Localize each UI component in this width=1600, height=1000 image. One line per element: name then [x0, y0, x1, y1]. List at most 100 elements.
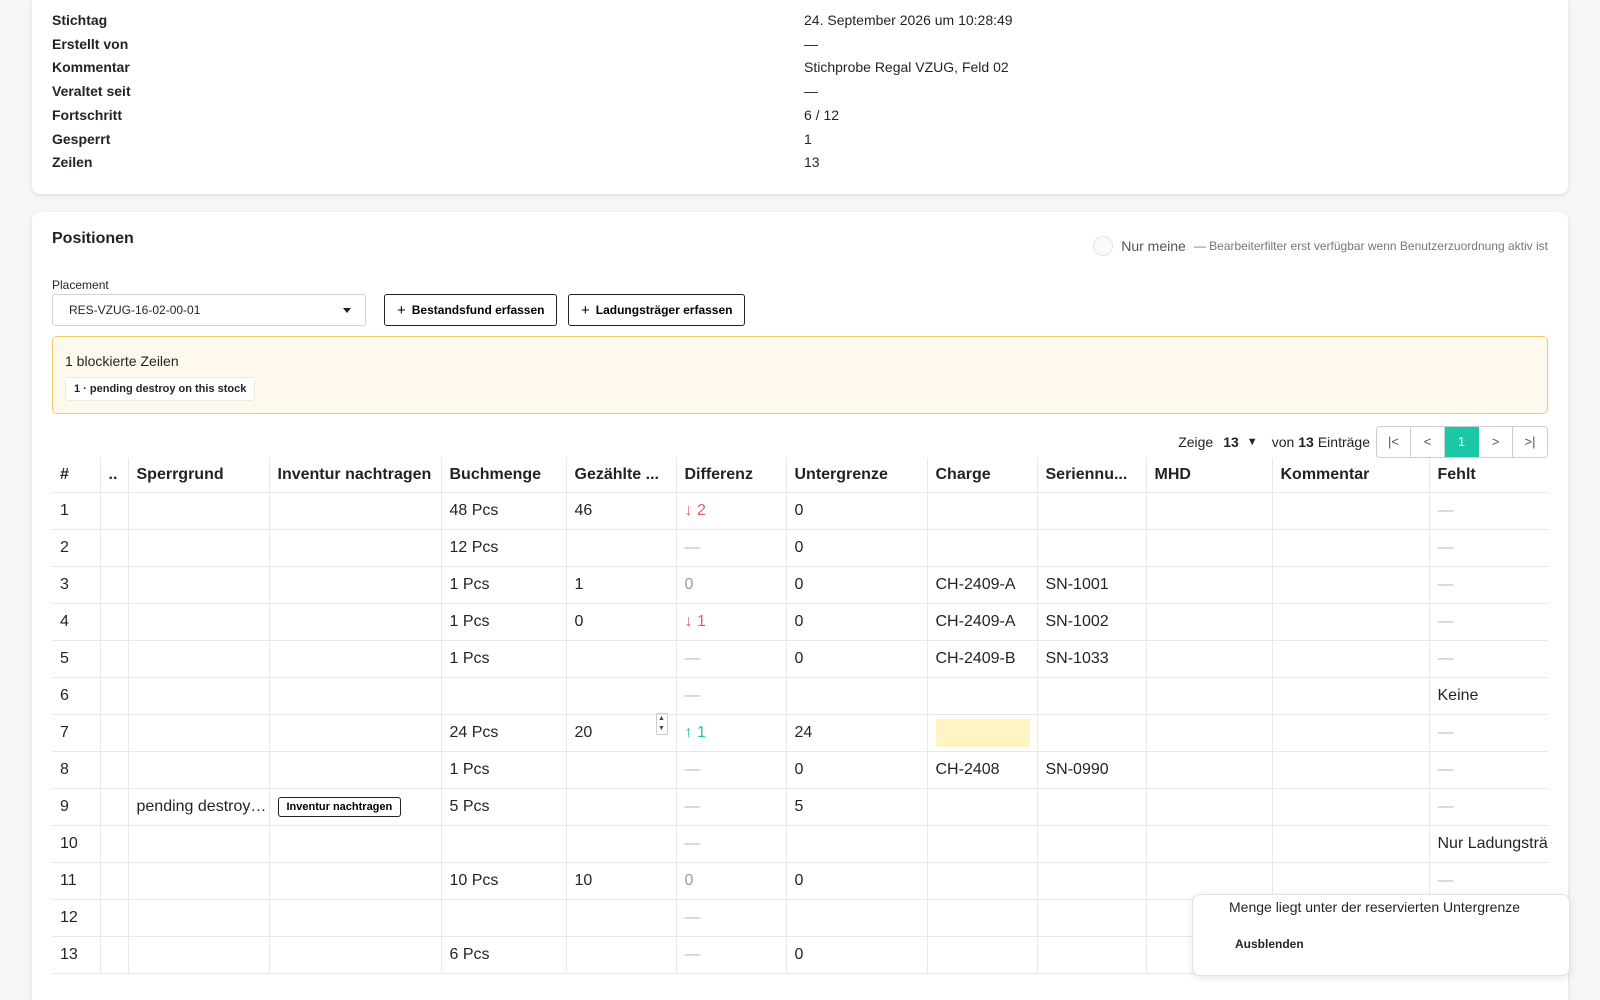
- seriennummer-cell: [1037, 713, 1147, 751]
- col-more-header[interactable]: ..: [100, 458, 129, 492]
- seriennummer-cell: [1037, 861, 1147, 899]
- row-number-cell: 10: [52, 824, 101, 862]
- mhd-cell: [1146, 676, 1273, 714]
- col-seriennummer-header[interactable]: Seriennu...: [1037, 458, 1147, 492]
- first-page-button[interactable]: |<: [1377, 427, 1411, 457]
- spinner-arrows-icon[interactable]: ▲ ▼: [655, 712, 668, 735]
- mhd-cell: [1146, 787, 1273, 825]
- prev-page-button[interactable]: <: [1411, 427, 1445, 457]
- ladungstraeger-erfassen-button[interactable]: + Ladungsträger erfassen: [568, 294, 746, 326]
- meta-label: Veraltet seit: [52, 83, 131, 100]
- page-1-button[interactable]: 1: [1445, 427, 1479, 457]
- differenz-cell: 0: [676, 861, 787, 899]
- col-number-header[interactable]: #: [52, 458, 101, 492]
- table-row[interactable]: 1 48 Pcs 46 ↓ 2 0 —: [52, 491, 1548, 529]
- differenz-cell: —: [676, 898, 787, 936]
- gezaehlte-cell: [566, 935, 677, 974]
- bestandsfund-erfassen-button[interactable]: + Bestandsfund erfassen: [384, 294, 558, 326]
- sperrgrund-cell: [128, 639, 270, 677]
- inventur-cell: [269, 565, 442, 603]
- mhd-cell: [1146, 713, 1273, 751]
- untergrenze-cell: 0: [786, 639, 928, 677]
- fehlt-cell: —: [1429, 787, 1548, 825]
- mhd-cell: [1146, 528, 1273, 566]
- next-page-button[interactable]: >: [1479, 427, 1513, 457]
- gezaehlte-cell: 46: [566, 491, 677, 529]
- page-buttons: |< < 1 > >|: [1376, 426, 1548, 458]
- row-more-cell: [100, 639, 129, 677]
- col-untergrenze-header[interactable]: Untergrenze: [786, 458, 928, 492]
- ausblenden-button[interactable]: Ausblenden: [1235, 937, 1304, 951]
- col-charge-header[interactable]: Charge: [927, 458, 1038, 492]
- table-row[interactable]: 81 Pcs —0 CH-2408 SN-0990—: [52, 750, 1548, 788]
- buchmenge-cell: 1 Pcs: [441, 639, 567, 677]
- buchmenge-cell: 12 Pcs: [441, 528, 567, 566]
- buchmenge-cell: 6 Pcs: [441, 935, 567, 974]
- table-row[interactable]: 9 pending destroy on this stock Inventur n…: [52, 787, 1548, 825]
- col-kommentar-header[interactable]: Kommentar: [1272, 458, 1430, 492]
- kommentar-cell: [1272, 787, 1430, 825]
- charge-cell: [927, 935, 1038, 974]
- mhd-cell: [1146, 824, 1273, 862]
- row-more-cell: [100, 528, 129, 566]
- meta-value: 1: [804, 130, 812, 147]
- kommentar-cell: [1272, 713, 1430, 751]
- seriennummer-cell: SN-0990: [1037, 750, 1147, 788]
- table-row[interactable]: 51 Pcs —0 CH-2409-B SN-1033—: [52, 639, 1548, 677]
- differenz-cell: —: [676, 639, 787, 677]
- buchmenge-cell: 5 Pcs: [441, 787, 567, 825]
- placement-select[interactable]: RES-VZUG-16-02-00-01: [52, 294, 366, 326]
- mhd-cell: [1146, 639, 1273, 677]
- buchmenge-cell: 1 Pcs: [441, 602, 567, 640]
- untergrenze-cell: [786, 824, 928, 862]
- charge-cell: [927, 824, 1038, 862]
- fehlt-cell: —: [1429, 491, 1548, 529]
- table-row[interactable]: 10 — Nur Ladungsträger: [52, 824, 1548, 862]
- inventur-cell: [269, 491, 442, 529]
- buchmenge-cell: 10 Pcs: [441, 861, 567, 899]
- sperrgrund-cell: [128, 565, 270, 603]
- positionen-title: Positionen: [52, 230, 134, 247]
- untergrenze-cell: 0: [786, 602, 928, 640]
- differenz-cell: ↑ 1: [676, 713, 787, 751]
- mhd-cell: [1146, 491, 1273, 529]
- inventur-cell: [269, 639, 442, 677]
- nur-meine-label: Nur meine: [1121, 238, 1186, 254]
- charge-input-highlight[interactable]: [935, 718, 1030, 747]
- col-buchmenge-header[interactable]: Buchmenge: [441, 458, 567, 492]
- meta-label: Erstellt von: [52, 35, 129, 52]
- col-differenz-header[interactable]: Differenz: [676, 458, 787, 492]
- table-row[interactable]: 41 Pcs 0 ↓ 1 0 CH-2409-A SN-1002—: [52, 602, 1548, 640]
- col-gezaehlte-header[interactable]: Gezählte ...: [566, 458, 677, 492]
- col-inventur-nachtragen-header[interactable]: Inventur nachtragen: [269, 458, 442, 492]
- sperrgrund-cell: [128, 861, 270, 899]
- row-more-cell: [100, 713, 129, 751]
- page-size-select[interactable]: 13: [1223, 434, 1239, 450]
- gezaehlte-stepper[interactable]: 20 ▲ ▼: [575, 712, 676, 742]
- table-row[interactable]: 2 12 Pcs —0—: [52, 528, 1548, 566]
- table-row[interactable]: 6 — Keine: [52, 676, 1548, 714]
- col-mhd-header[interactable]: MHD: [1146, 458, 1273, 492]
- col-fehlt-header[interactable]: Fehlt: [1429, 458, 1548, 492]
- table-row[interactable]: 7 24 Pcs 20 ▲ ▼ ↑ 1 24 —: [52, 712, 1548, 751]
- popover-text: Menge liegt unter der reservierten Unter…: [1229, 899, 1521, 915]
- col-sperrgrund-header[interactable]: Sperrgrund: [128, 458, 270, 492]
- last-page-button[interactable]: >|: [1513, 427, 1547, 457]
- gezaehlte-cell: [566, 898, 677, 936]
- inventur-cell: [269, 935, 442, 974]
- untergrenze-cell: 0: [786, 528, 928, 566]
- charge-cell: [927, 676, 1038, 714]
- charge-cell: [927, 713, 1038, 751]
- charge-cell: CH-2408: [927, 750, 1038, 788]
- row-number-cell: 7: [52, 713, 101, 751]
- inventur-nachtragen-button[interactable]: Inventur nachtragen: [277, 796, 402, 817]
- nur-meine-toggle[interactable]: [1093, 236, 1114, 256]
- row-number-cell: 11: [52, 861, 101, 899]
- charge-cell: CH-2409-A: [927, 602, 1038, 640]
- fehlt-cell: —: [1429, 750, 1548, 788]
- table-row[interactable]: 31 Pcs 1 0 0 CH-2409-A SN-1001—: [52, 565, 1548, 603]
- meta-label: Stichtag: [52, 12, 108, 28]
- untergrenze-cell: 24: [786, 713, 928, 751]
- chevron-down-icon[interactable]: ▼: [1247, 436, 1258, 448]
- meta-value: 13: [804, 154, 820, 171]
